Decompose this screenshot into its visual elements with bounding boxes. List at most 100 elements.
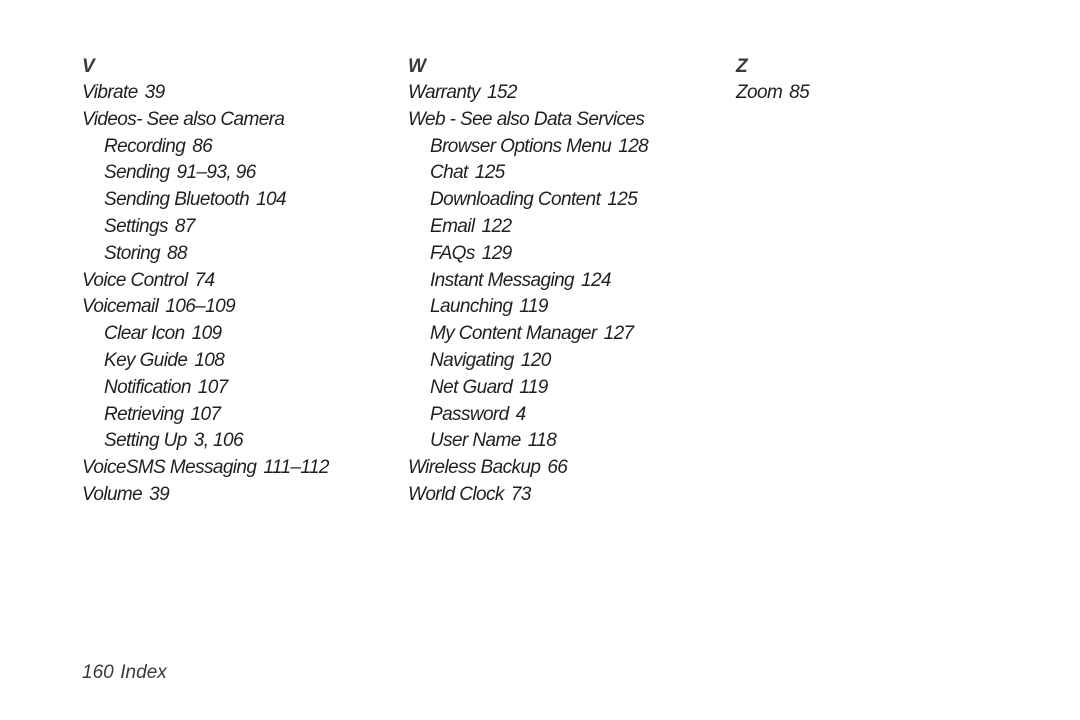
index-subentry: Key Guide 108 bbox=[82, 348, 329, 375]
index-subentry: Sending 91–93, 96 bbox=[82, 160, 329, 187]
entry-pages: 119 bbox=[519, 296, 548, 318]
entry-pages: 39 bbox=[144, 82, 166, 103]
entry-pages: 122 bbox=[481, 215, 513, 237]
entry-term: Sending Bluetooth bbox=[104, 189, 250, 211]
index-entry: Wireless Backup 66 bbox=[408, 455, 648, 482]
index-subentry: Browser Options Menu 128 bbox=[408, 134, 649, 161]
entry-pages: 119 bbox=[519, 376, 548, 398]
index-entry: Volume 39 bbox=[82, 482, 329, 509]
entry-pages: 104 bbox=[256, 189, 287, 211]
entry-term: Vibrate bbox=[82, 82, 138, 103]
index-entry: Warranty 152 bbox=[408, 80, 648, 107]
index-column-z: Z Zoom 85 bbox=[736, 54, 810, 107]
index-entry: VoiceSMS Messaging 111–112 bbox=[82, 455, 330, 482]
entry-term: FAQs bbox=[430, 242, 475, 264]
entry-pages: 88 bbox=[167, 242, 188, 264]
entry-term: World Clock bbox=[408, 483, 504, 505]
section-letter: W bbox=[408, 56, 426, 77]
entry-pages: 109 bbox=[191, 323, 223, 345]
entry-term: Password bbox=[430, 403, 509, 425]
entry-term: Notification bbox=[104, 376, 191, 398]
entry-pages: 120 bbox=[520, 349, 552, 371]
entry-pages: 124 bbox=[581, 269, 612, 291]
entry-term: Wireless Backup bbox=[408, 457, 541, 479]
entry-pages: 87 bbox=[174, 215, 196, 237]
index-subentry: Clear Icon 109 bbox=[82, 321, 329, 348]
entry-term: Voicemail bbox=[82, 296, 159, 318]
entry-pages: 128 bbox=[618, 135, 649, 157]
entry-term: Key Guide bbox=[104, 349, 188, 371]
index-subentry: Notification 107 bbox=[82, 375, 329, 402]
index-entry: Web - See also Data Services bbox=[408, 107, 648, 134]
entry-term: Launching bbox=[430, 296, 513, 318]
entry-term: Web - See also Data Services bbox=[408, 108, 645, 130]
index-subentry: My Content Manager 127 bbox=[408, 321, 648, 348]
index-column-w: W Warranty 152 Web - See also Data Service… bbox=[408, 54, 649, 509]
section-letter: V bbox=[82, 56, 95, 77]
entry-pages: 106–109 bbox=[165, 296, 236, 318]
index-subentry: User Name 118 bbox=[408, 428, 648, 455]
entry-pages: 86 bbox=[192, 135, 213, 157]
index-subentry: Storing 88 bbox=[82, 241, 329, 268]
page-footer: 160 Index bbox=[82, 660, 167, 686]
entry-pages: 152 bbox=[486, 82, 518, 103]
index-subentry: Setting Up 3, 106 bbox=[82, 428, 329, 455]
entry-term: VoiceSMS Messaging bbox=[82, 457, 257, 479]
index-subentry: Instant Messaging 124 bbox=[408, 268, 648, 295]
index-entry: Vibrate 39 bbox=[82, 80, 329, 107]
entry-pages: 3, 106 bbox=[193, 430, 244, 452]
index-entry: World Clock 73 bbox=[408, 482, 648, 509]
index-subentry: Retrieving 107 bbox=[82, 402, 329, 429]
entry-term: Chat bbox=[430, 162, 468, 184]
entry-term: Volume bbox=[82, 483, 143, 505]
entry-term: Settings bbox=[104, 215, 168, 237]
entry-pages: 108 bbox=[194, 349, 225, 371]
entry-pages: 4 bbox=[515, 403, 527, 425]
entry-pages: 74 bbox=[194, 269, 216, 291]
entry-term: Instant Messaging bbox=[430, 269, 575, 291]
index-subentry: Net Guard 119 bbox=[408, 375, 648, 402]
section-title: Index bbox=[120, 662, 167, 683]
entry-term: Email bbox=[430, 215, 475, 237]
entry-term: Voice Control bbox=[82, 269, 188, 291]
entry-term: Retrieving bbox=[104, 403, 184, 425]
index-subentry: Sending Bluetooth 104 bbox=[82, 187, 329, 214]
entry-term: Downloading Content bbox=[430, 189, 601, 211]
index-subentry: FAQs 129 bbox=[408, 241, 648, 268]
entry-pages: 125 bbox=[607, 189, 638, 211]
entry-term: Storing bbox=[104, 242, 161, 264]
index-subentry: Recording 86 bbox=[82, 134, 329, 161]
entry-pages: 129 bbox=[481, 242, 513, 264]
entry-term: Zoom bbox=[736, 82, 783, 103]
index-column-v: V Vibrate 39 Videos- See also Camera Record… bbox=[82, 54, 330, 509]
entry-pages: 111–112 bbox=[263, 457, 329, 479]
index-subentry: Navigating 120 bbox=[408, 348, 648, 375]
entry-term: Setting Up bbox=[104, 430, 187, 452]
index-subentry: Settings 87 bbox=[82, 214, 329, 241]
entry-term: Videos- See also Camera bbox=[82, 108, 285, 130]
entry-term: Navigating bbox=[430, 349, 514, 371]
entry-term: Browser Options Menu bbox=[430, 135, 612, 157]
entry-pages: 66 bbox=[547, 457, 568, 479]
index-entry: Zoom 85 bbox=[736, 80, 810, 107]
entry-term: Warranty bbox=[408, 82, 481, 103]
index-subentry: Email 122 bbox=[408, 214, 648, 241]
entry-term: Sending bbox=[104, 162, 170, 184]
entry-term: User Name bbox=[430, 430, 521, 452]
index-subentry: Launching 119 bbox=[408, 294, 648, 321]
entry-pages: 73 bbox=[510, 483, 532, 505]
section-letter: Z bbox=[736, 56, 748, 77]
entry-pages: 107 bbox=[197, 376, 229, 398]
entry-term: Net Guard bbox=[430, 376, 513, 398]
entry-pages: 107 bbox=[190, 403, 222, 425]
entry-pages: 91–93, 96 bbox=[176, 162, 257, 184]
entry-term: Clear Icon bbox=[104, 323, 185, 345]
index-subentry: Password 4 bbox=[408, 402, 648, 429]
index-entry: Voice Control 74 bbox=[82, 268, 329, 295]
entry-term: Recording bbox=[104, 135, 186, 157]
entry-pages: 85 bbox=[789, 82, 810, 103]
entry-pages: 39 bbox=[149, 483, 170, 505]
index-entry: Voicemail 106–109 bbox=[82, 294, 329, 321]
entry-pages: 118 bbox=[527, 430, 557, 452]
entry-term: My Content Manager bbox=[430, 323, 597, 345]
